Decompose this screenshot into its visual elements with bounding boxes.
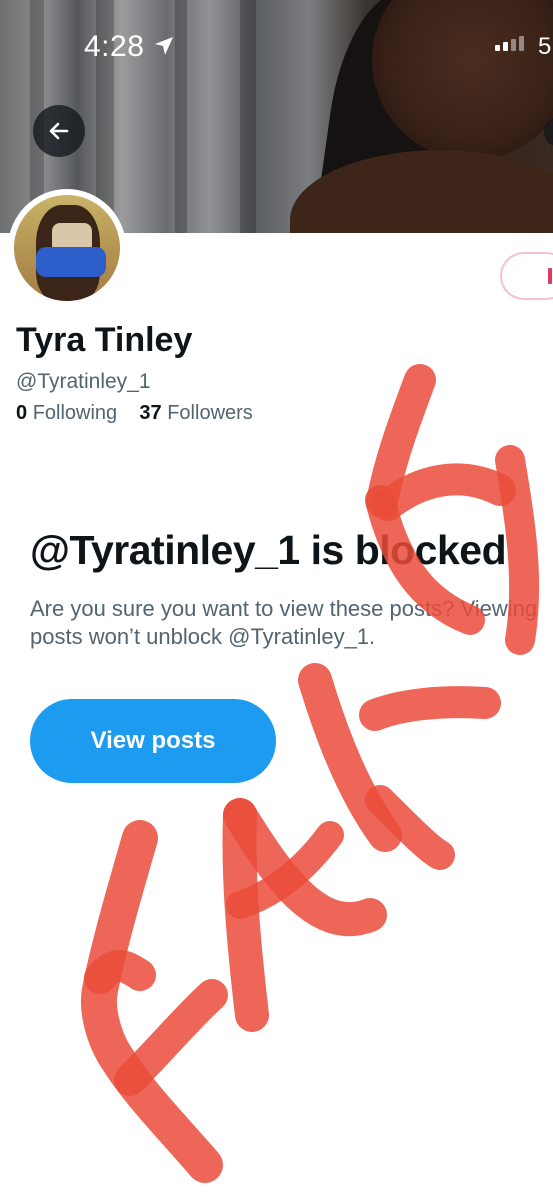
view-posts-button[interactable]: View posts — [30, 699, 276, 783]
following-link[interactable]: 0 Following — [16, 402, 117, 424]
blocked-description: Are you sure you want to view these post… — [30, 596, 538, 649]
followers-link[interactable]: 37 Followers — [139, 402, 252, 424]
location-arrow-icon — [155, 37, 173, 55]
followers-count: 37 — [139, 402, 162, 424]
back-button[interactable] — [33, 105, 85, 157]
following-label: Following — [32, 402, 118, 424]
follow-counts: 0 Following 37 Followers — [16, 402, 253, 425]
followers-label: Followers — [167, 402, 253, 424]
blocked-title: @Tyratinley_1 is blocked — [30, 527, 507, 573]
following-count: 0 — [16, 402, 28, 424]
action-button[interactable] — [500, 252, 553, 300]
cellular-signal-icon — [495, 36, 524, 51]
action-button-mark — [548, 268, 552, 284]
avatar[interactable] — [8, 189, 126, 307]
arrow-left-icon — [49, 122, 69, 140]
profile-handle: @Tyratinley_1 — [16, 370, 151, 393]
status-time: 4:28 — [84, 30, 145, 63]
status-extra: 5 — [538, 33, 552, 60]
profile-name: Tyra Tinley — [16, 321, 193, 359]
